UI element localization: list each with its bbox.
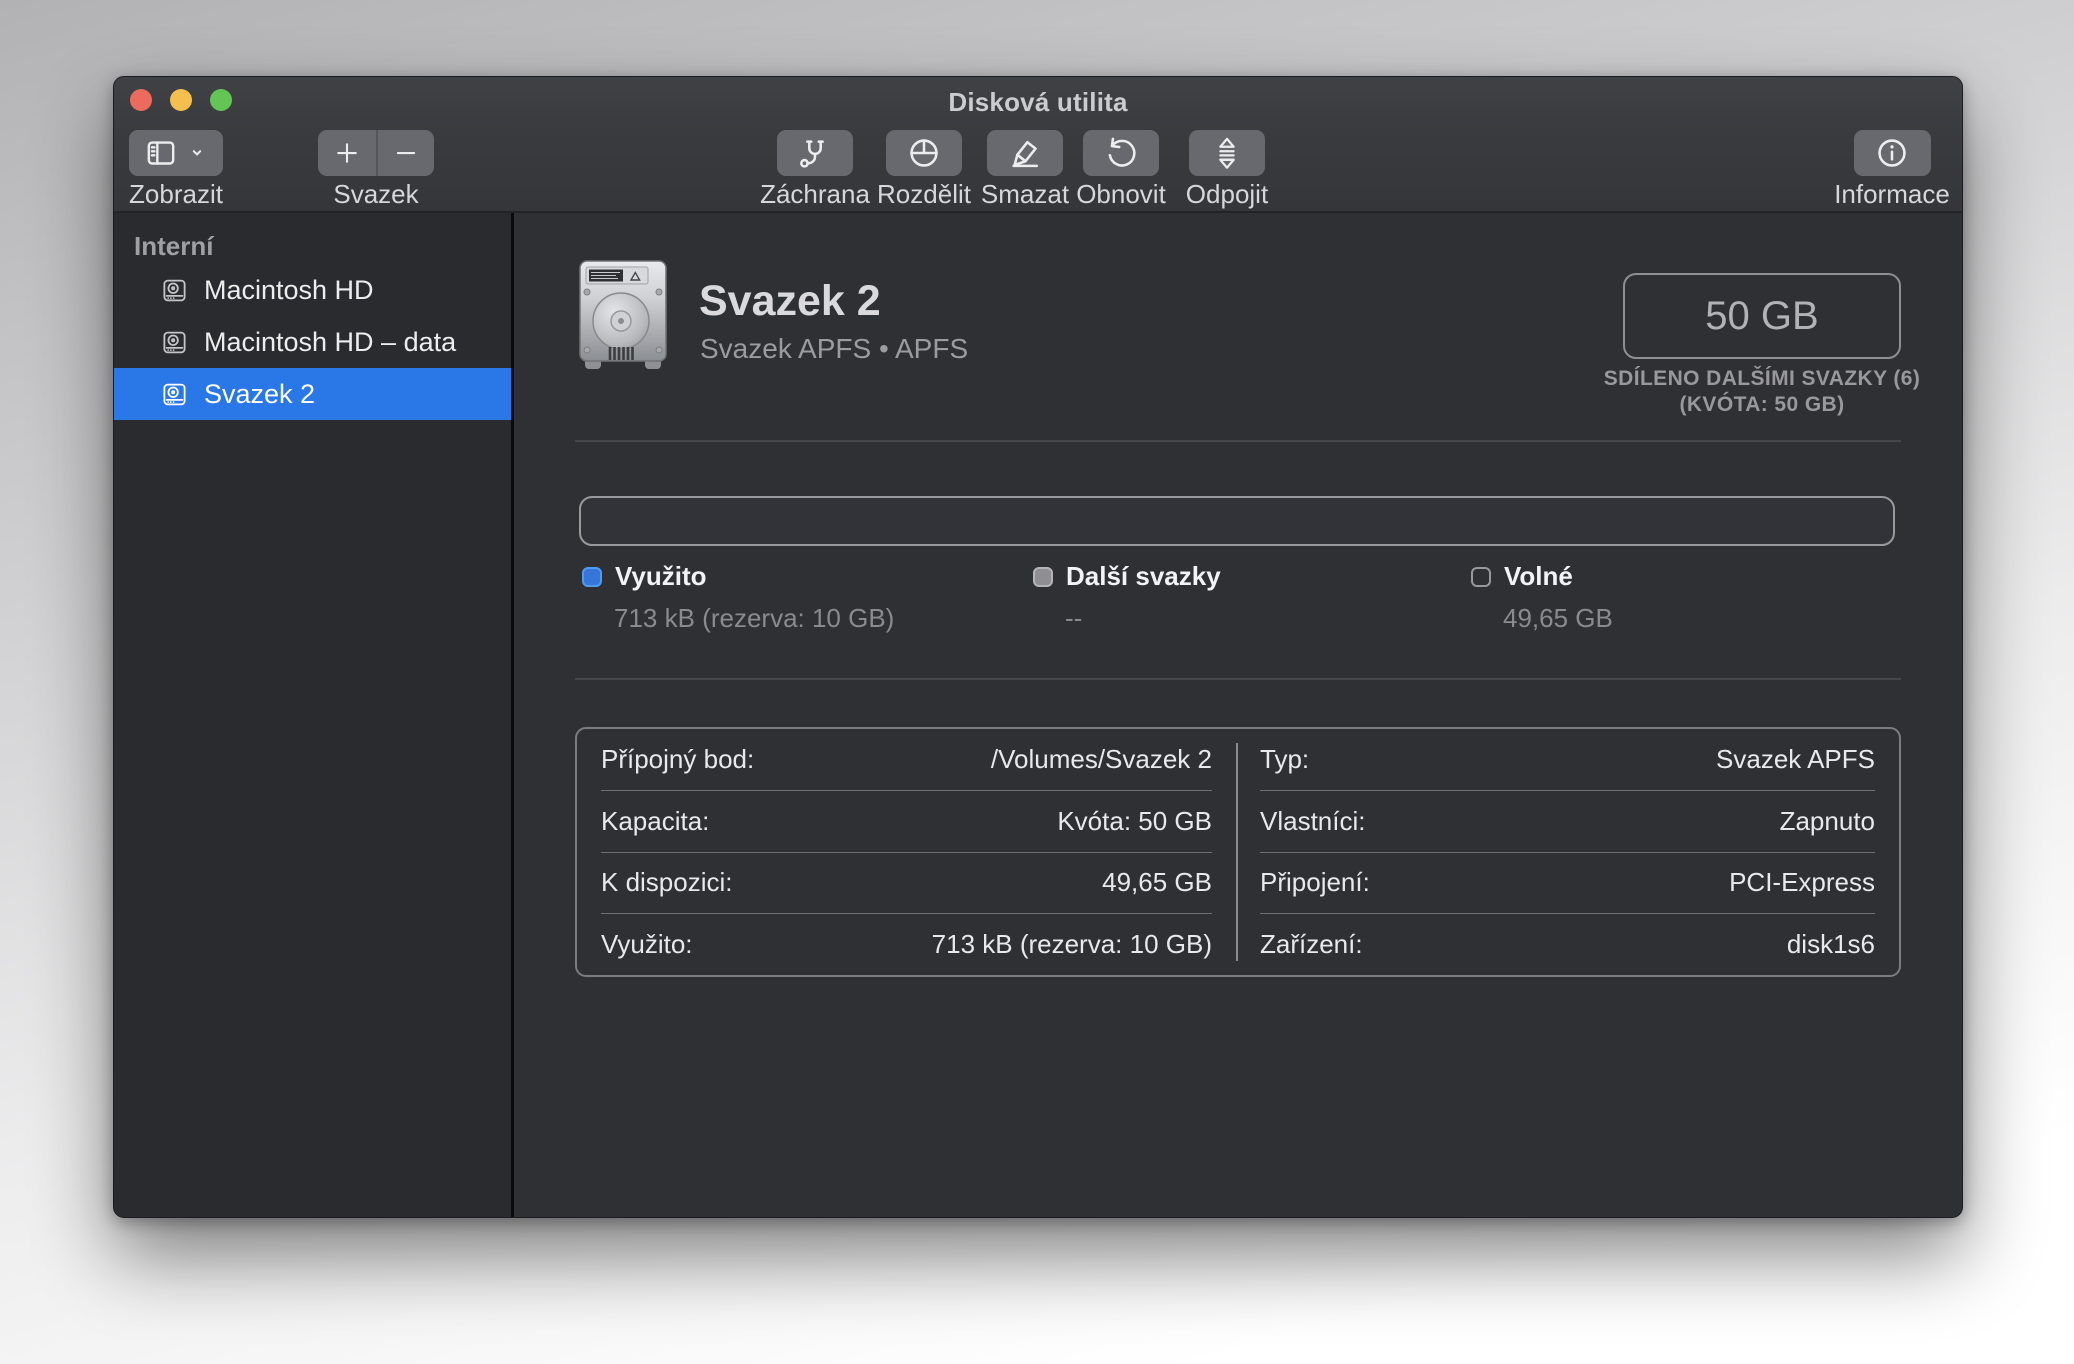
usage-bar [579, 496, 1895, 546]
detail-label: Připojení: [1260, 867, 1370, 898]
sidebar-item-label: Macintosh HD – data [204, 326, 457, 357]
main-pane: Svazek 2 Svazek APFS • APFS 50 GB SDÍLEN… [514, 213, 1962, 1217]
legend-used: Využito [582, 561, 706, 592]
titlebar: Disková utilita Zobrazit Svazek Záchrana… [114, 77, 1962, 213]
sidebar-item-label: Svazek 2 [204, 378, 316, 409]
detail-value: Zapnuto [1779, 805, 1875, 836]
info-button[interactable] [1853, 130, 1931, 176]
disk-icon [163, 279, 186, 301]
details-right-column: Typ: Svazek APFS Vlastníci: Zapnuto Přip… [1236, 729, 1899, 975]
restore-label: Obnovit [1076, 179, 1166, 209]
legend-free-label: Volné [1504, 561, 1573, 591]
detail-label: Typ: [1260, 743, 1310, 774]
unmount-label: Odpojit [1185, 179, 1269, 209]
legend-free: Volné [1471, 561, 1573, 592]
quota-caption: (KVÓTA: 50 GB) [1679, 393, 1845, 416]
detail-value: 713 kB (rezerva: 10 GB) [931, 929, 1212, 960]
table-row: Připojení: PCI-Express [1260, 851, 1875, 914]
hard-drive-icon [577, 259, 669, 378]
size-captions: SDÍLENO DALŠÍMI SVAZKY (6) (KVÓTA: 50 GB… [1562, 366, 1962, 418]
detail-value: /Volumes/Svazek 2 [990, 743, 1212, 774]
detail-value: Svazek APFS [1716, 743, 1875, 774]
legend-used-label: Využito [615, 561, 707, 591]
sidebar-item-macintosh-hd[interactable]: Macintosh HD [114, 264, 511, 316]
toolbar-group-volume: Svazek [306, 130, 446, 209]
detail-value: 49,65 GB [1102, 867, 1212, 898]
info-label: Informace [1834, 179, 1950, 209]
window-title: Disková utilita [948, 87, 1128, 117]
sidebar-panel-icon [144, 136, 178, 170]
volume-label: Svazek [333, 179, 419, 209]
used-swatch [582, 566, 602, 587]
add-icon [337, 143, 357, 163]
free-swatch [1471, 566, 1491, 587]
table-row: Využito: 713 kB (rezerva: 10 GB) [601, 913, 1212, 975]
sidebar: Interní Macintosh HD Macintosh HD – data… [114, 213, 511, 1217]
table-row: Přípojný bod: /Volumes/Svazek 2 [601, 729, 1212, 790]
table-row: Vlastníci: Zapnuto [1260, 789, 1875, 852]
view-label: Zobrazit [129, 179, 223, 209]
unmount-icon [1219, 137, 1235, 169]
add-volume-button[interactable] [318, 130, 376, 176]
toolbar-group-info: Informace [1822, 130, 1962, 209]
restore-icon [1108, 137, 1136, 167]
table-row: Kapacita: Kvóta: 50 GB [601, 789, 1212, 852]
partition-icon [910, 139, 938, 167]
volume-buttons [318, 130, 434, 176]
detail-label: Kapacita: [601, 805, 710, 836]
detail-label: Využito: [601, 929, 693, 960]
toolbar-group-view: Zobrazit [114, 130, 246, 209]
detail-value: PCI-Express [1729, 867, 1875, 898]
view-button[interactable] [129, 130, 223, 176]
remove-icon [396, 151, 416, 155]
toolbar-group-unmount: Odpojit [1157, 130, 1297, 209]
sidebar-item-label: Macintosh HD [204, 274, 374, 305]
details-left-column: Přípojný bod: /Volumes/Svazek 2 Kapacita… [577, 729, 1236, 975]
legend-other-label: Další svazky [1066, 561, 1221, 591]
chevron-down-icon [186, 142, 208, 164]
table-row: Zařízení: disk1s6 [1260, 913, 1875, 975]
detail-value: disk1s6 [1786, 929, 1875, 960]
other-volumes-swatch [1033, 566, 1053, 587]
details-table: Přípojný bod: /Volumes/Svazek 2 Kapacita… [575, 727, 1901, 977]
legend-used-value: 713 kB (rezerva: 10 GB) [614, 603, 895, 633]
detail-label: Vlastníci: [1260, 805, 1366, 836]
volume-subtitle: Svazek APFS • APFS [700, 333, 969, 364]
window-body: Interní Macintosh HD Macintosh HD – data… [114, 213, 1962, 1217]
sidebar-item-macintosh-hd-data[interactable]: Macintosh HD – data [114, 316, 511, 368]
detail-label: Zařízení: [1260, 929, 1363, 960]
partition-button[interactable] [886, 130, 962, 176]
table-column-divider [1236, 743, 1238, 961]
shared-volumes-caption: SDÍLENO DALŠÍMI SVAZKY (6) [1603, 367, 1921, 390]
first-aid-button[interactable] [777, 130, 853, 176]
remove-volume-button[interactable] [376, 130, 434, 176]
erase-icon [1012, 140, 1038, 168]
info-icon [1878, 139, 1906, 167]
sidebar-section-internal: Interní [134, 231, 214, 261]
disk-icon [163, 331, 186, 353]
legend-free-value: 49,65 GB [1503, 603, 1613, 633]
volume-size-box: 50 GB [1623, 273, 1901, 359]
legend-other-value: -- [1065, 603, 1083, 633]
sidebar-volume-list: Macintosh HD Macintosh HD – data Svazek … [114, 264, 511, 420]
table-row: K dispozici: 49,65 GB [601, 851, 1212, 914]
restore-button[interactable] [1083, 130, 1159, 176]
volume-title: Svazek 2 [699, 277, 881, 325]
disk-utility-window: Disková utilita Zobrazit Svazek Záchrana… [113, 76, 1963, 1218]
volume-size: 50 GB [1705, 293, 1819, 338]
stethoscope-icon [800, 140, 824, 168]
sidebar-item-svazek-2[interactable]: Svazek 2 [114, 368, 511, 420]
detail-value: Kvóta: 50 GB [1057, 805, 1212, 836]
disk-icon [163, 383, 186, 405]
legend-divider [575, 678, 1901, 680]
detail-label: K dispozici: [601, 867, 733, 898]
table-row: Typ: Svazek APFS [1260, 729, 1875, 790]
header-divider [575, 440, 1901, 442]
unmount-button[interactable] [1189, 130, 1265, 176]
detail-label: Přípojný bod: [601, 743, 755, 774]
legend-other-volumes: Další svazky [1033, 561, 1221, 592]
